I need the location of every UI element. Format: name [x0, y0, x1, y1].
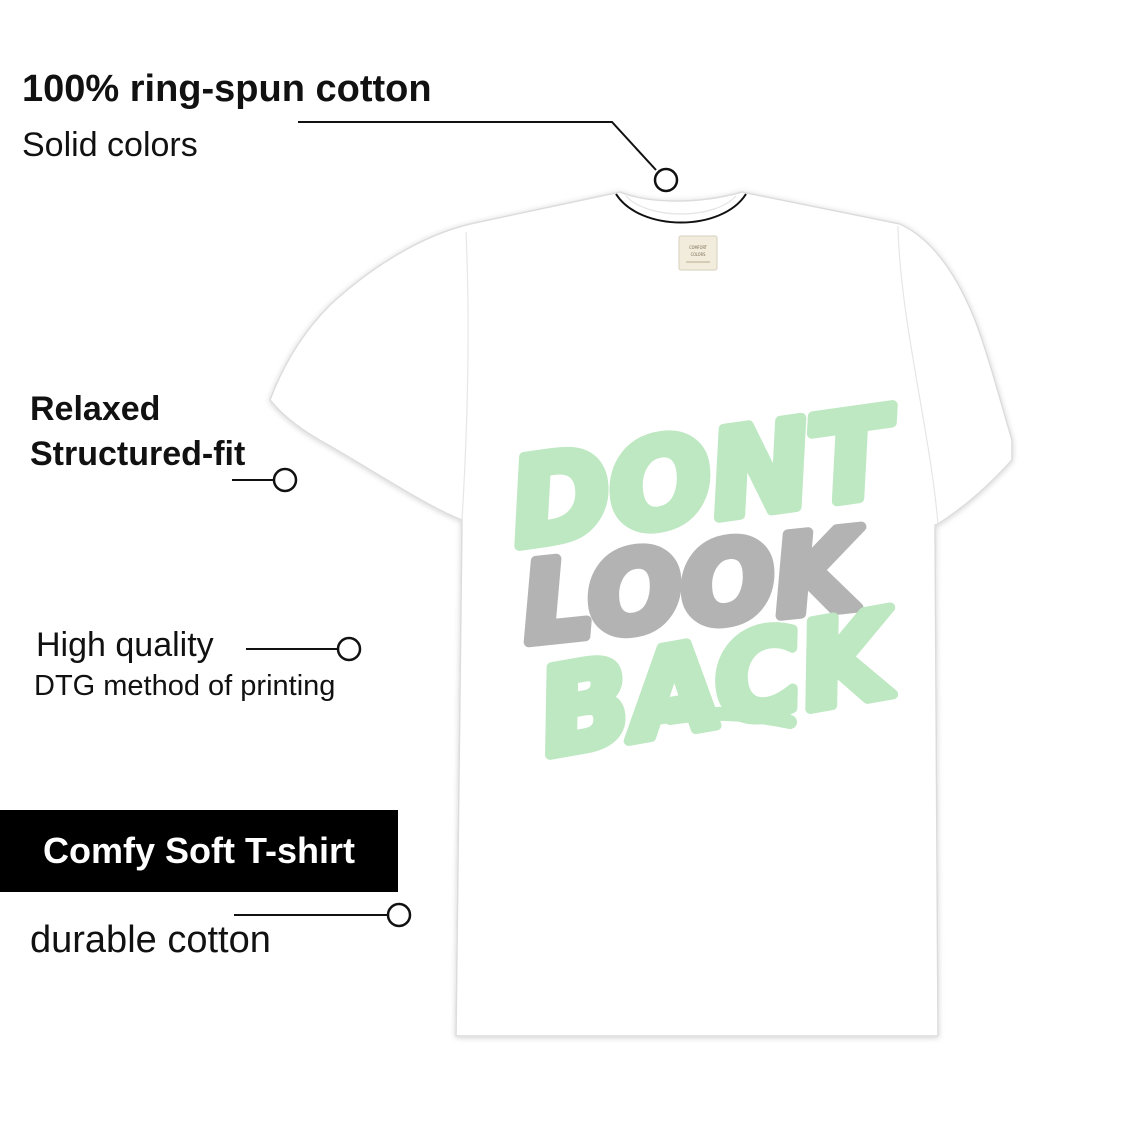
neck-label: COMFORT COLORS [678, 235, 718, 271]
fit-callout-dot [272, 467, 298, 493]
graphic-print: DONT LOOK BACK [497, 378, 916, 788]
neck-label-line2: COLORS [691, 252, 707, 257]
fabric-callout-dot [653, 167, 679, 193]
fabric-callout-line [298, 121, 657, 171]
durability-callout-dot [386, 902, 412, 928]
print-underline-swash [663, 706, 797, 729]
print-callout-dot [336, 636, 362, 662]
tshirt-illustration: COMFORT COLORS DONT LOOK BACK [232, 121, 1013, 1037]
neck-label-line1: COMFORT [689, 245, 708, 250]
